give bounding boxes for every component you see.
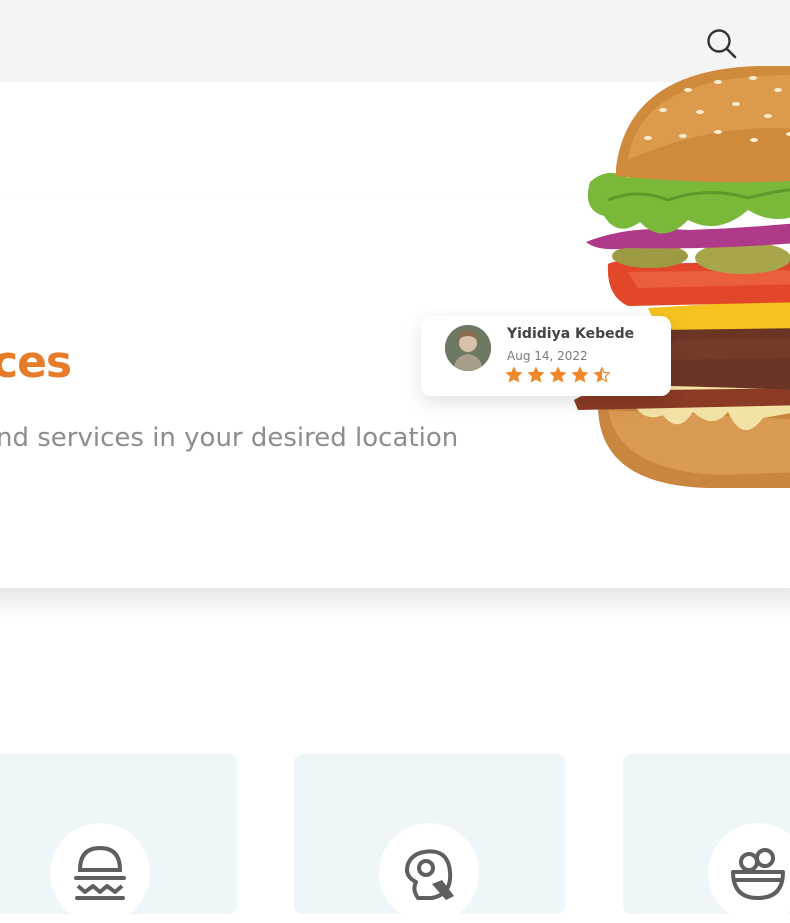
hero-subtitle: nd services in your desired location bbox=[0, 423, 459, 453]
hero-headline: ces bbox=[0, 337, 72, 388]
meat-icon bbox=[405, 849, 454, 900]
category-card-meat[interactable] bbox=[294, 754, 565, 923]
review-date: Aug 14, 2022 bbox=[507, 349, 588, 363]
category-card-burger[interactable] bbox=[0, 754, 237, 923]
search-icon bbox=[707, 29, 737, 59]
rating-stars bbox=[506, 367, 610, 383]
reviewer-avatar bbox=[445, 325, 491, 371]
category-icon-circle bbox=[50, 823, 150, 923]
search-button[interactable] bbox=[704, 26, 738, 60]
burger-icon bbox=[74, 845, 126, 900]
category-icon-circle bbox=[708, 823, 790, 923]
star-icon bbox=[506, 367, 522, 383]
category-icon-circle bbox=[379, 823, 479, 923]
star-icon bbox=[594, 367, 610, 383]
burger-image bbox=[574, 66, 790, 488]
star-icon bbox=[572, 367, 588, 383]
star-icon bbox=[550, 367, 566, 383]
review-card: Yididiya Kebede Aug 14, 2022 bbox=[421, 316, 671, 396]
category-card-bowl[interactable] bbox=[623, 754, 790, 923]
reviewer-name: Yididiya Kebede bbox=[507, 326, 635, 342]
bowl-icon bbox=[731, 848, 785, 900]
star-icon bbox=[528, 367, 544, 383]
